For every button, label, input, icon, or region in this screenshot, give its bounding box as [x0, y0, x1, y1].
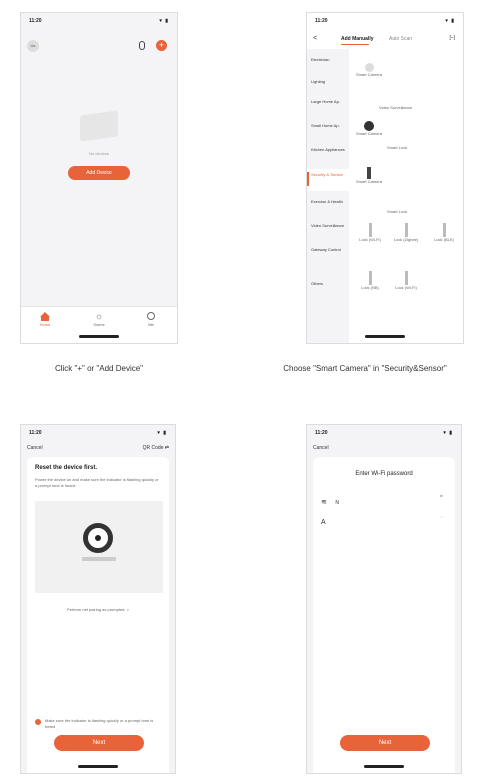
status-time: 11:20: [29, 18, 42, 24]
reset-description: Power the device on and make sure the in…: [35, 477, 159, 488]
add-icon[interactable]: +: [156, 40, 167, 51]
confirm-checkbox[interactable]: [35, 719, 41, 725]
category-item[interactable]: Lighting: [311, 79, 345, 84]
cancel-button[interactable]: Cancel: [313, 445, 329, 451]
page-title: Reset the device first.: [35, 465, 98, 471]
wifi-name: N: [335, 500, 339, 506]
tab-home[interactable]: Home: [35, 312, 55, 327]
avatar[interactable]: Us: [27, 40, 39, 52]
section-header: Video Surveillance: [379, 105, 413, 110]
show-password-icon[interactable]: ◡: [440, 513, 444, 518]
next-button[interactable]: Next: [54, 735, 144, 751]
category-item[interactable]: Others: [311, 281, 345, 286]
screen-wifi-password: 11:20 ▾ ▮ Cancel Enter Wi-Fi password ≋ …: [306, 424, 462, 774]
empty-device-illustration: [80, 110, 118, 142]
category-sidebar: Electrician Lighting Large Home Ap. Smal…: [307, 49, 349, 343]
tab-me[interactable]: Me: [141, 312, 161, 327]
lock-icon: [442, 223, 446, 237]
device-tile[interactable]: Smart Camera: [355, 167, 383, 184]
tab-scene[interactable]: ☼ Scene: [89, 311, 109, 328]
status-time: 11:20: [315, 18, 328, 24]
category-item[interactable]: Large Home Ap.: [311, 99, 345, 104]
lock-icon: [368, 271, 372, 285]
lock-icon: A: [321, 519, 326, 526]
me-icon: [147, 312, 155, 320]
wifi-icon: ≋: [321, 499, 327, 506]
status-time: 11:20: [29, 430, 42, 436]
device-grid: Smart Camera Video Surveillance Smart Ca…: [349, 49, 463, 343]
camera-icon: [364, 63, 374, 72]
category-item[interactable]: Exercise & Health: [311, 199, 345, 204]
status-icons: ▾ ▮: [443, 430, 453, 436]
password-field[interactable]: A ◡: [321, 511, 447, 526]
wifi-name-field[interactable]: ≋ N ⇄: [321, 491, 447, 506]
status-bar: 11:20 ▾ ▮: [307, 425, 461, 439]
category-item[interactable]: Gateway Control: [311, 247, 345, 252]
scan-icon[interactable]: [–]: [449, 35, 455, 41]
reset-card: Reset the device first. Power the device…: [27, 457, 169, 773]
device-tile[interactable]: Lock (BLE): [429, 223, 459, 242]
mic-icon[interactable]: [139, 41, 145, 50]
next-button[interactable]: Next: [340, 735, 430, 751]
screen-home: 11:20 ▾ ▮ Us + No devices Add Device Hom…: [20, 12, 178, 344]
wifi-card: Enter Wi-Fi password ≋ N ⇄ A ◡ Next: [313, 457, 455, 773]
lock-icon: [404, 271, 408, 285]
qr-code-mode-button[interactable]: QR Code ⇄: [143, 445, 169, 451]
status-bar: 11:20 ▾ ▮: [21, 425, 175, 439]
status-bar: 11:20 ▾ ▮: [21, 13, 177, 27]
scene-icon: ☼: [94, 311, 104, 321]
lock-icon: [368, 223, 372, 237]
category-item[interactable]: Kitchen Appliances: [311, 147, 345, 152]
bottom-tab-bar: Home ☼ Scene Me: [21, 306, 177, 343]
status-icons: ▾ ▮: [157, 430, 167, 436]
category-item[interactable]: Small Home Ap.: [311, 123, 345, 128]
tab-me-label: Me: [148, 322, 154, 327]
page-title: Enter Wi-Fi password: [355, 471, 413, 477]
home-indicator: [364, 765, 404, 768]
device-tile[interactable]: Smart Camera: [355, 63, 383, 77]
status-icons: ▾ ▮: [445, 18, 455, 24]
empty-text: No devices: [89, 151, 109, 156]
category-item[interactable]: Video Surveillance: [311, 223, 345, 228]
home-indicator: [79, 335, 119, 338]
cancel-button[interactable]: Cancel: [27, 445, 43, 451]
back-button[interactable]: <: [313, 35, 317, 42]
section-header: Smart Lock: [387, 145, 408, 150]
status-time: 11:20: [315, 430, 328, 436]
section-header: Smart Lock: [387, 209, 408, 214]
camera-icon: [364, 121, 374, 131]
device-tile[interactable]: Lock (Wi-Fi): [355, 223, 385, 242]
camera-icon: [367, 167, 371, 179]
device-tile[interactable]: Lock (Zigbee): [391, 223, 421, 242]
tab-add-manually[interactable]: Add Manually: [341, 36, 374, 42]
switch-network-icon[interactable]: ⇄: [440, 493, 443, 498]
screen-add-manually: 11:20 ▾ ▮ < Add Manually Auto Scan [–] E…: [306, 12, 464, 344]
home-indicator: [78, 765, 118, 768]
tab-scene-label: Scene: [93, 322, 105, 327]
add-device-button[interactable]: Add Device: [68, 166, 130, 180]
category-item-active[interactable]: Security & Sensor: [307, 169, 349, 191]
device-illustration: [35, 501, 163, 593]
tab-auto-scan[interactable]: Auto Scan: [389, 36, 412, 42]
caption-step-1: Click "+" or "Add Device": [54, 364, 144, 373]
screen-reset-device: 11:20 ▾ ▮ Cancel QR Code ⇄ Reset the dev…: [20, 424, 176, 774]
device-tile[interactable]: Lock (NB): [355, 271, 385, 290]
category-item-label: Security & Sensor: [311, 172, 344, 177]
device-tile[interactable]: Lock (Wi-Fi): [391, 271, 421, 290]
confirm-text: Make sure the indicator is flashing quic…: [45, 718, 154, 729]
status-bar: 11:20 ▾ ▮: [307, 13, 463, 27]
lock-icon: [404, 223, 408, 237]
home-indicator: [365, 335, 405, 338]
category-item[interactable]: Electrician: [311, 57, 345, 62]
device-tile[interactable]: Smart Camera: [355, 121, 383, 136]
tab-home-label: Home: [39, 322, 51, 327]
status-icons: ▾ ▮: [159, 18, 169, 24]
net-pairing-link[interactable]: Perform net pairing as prompted. >: [27, 607, 169, 612]
caption-step-2: Choose "Smart Camera" in "Security&Senso…: [283, 364, 447, 373]
